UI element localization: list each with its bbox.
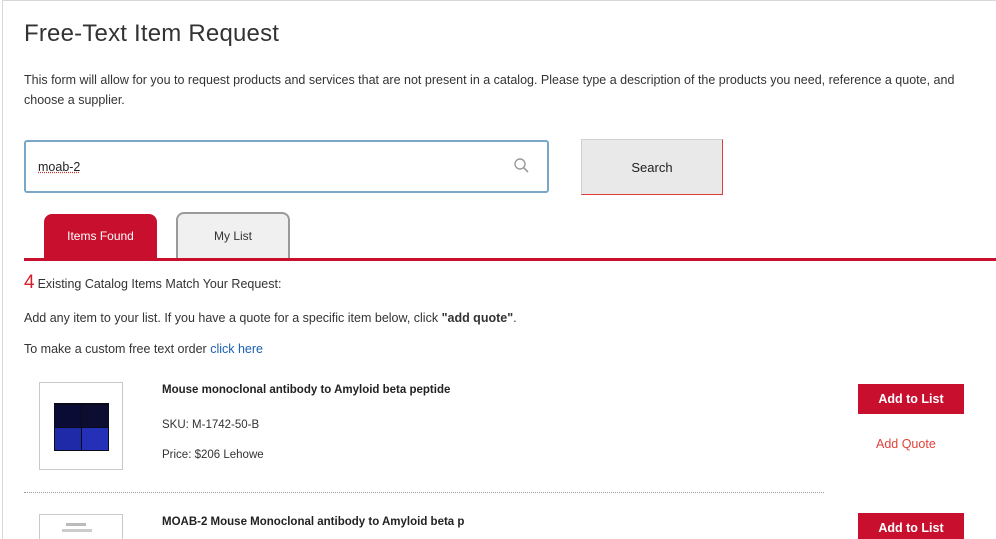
- add-quote-link[interactable]: Add Quote: [876, 437, 936, 451]
- add-to-list-button[interactable]: Add to List: [858, 513, 964, 539]
- match-summary: 4 Existing Catalog Items Match Your Requ…: [24, 272, 281, 294]
- custom-order-link[interactable]: click here: [210, 342, 263, 356]
- instructions-text: Add any item to your list. If you have a…: [24, 311, 442, 325]
- tab-underline: [24, 258, 996, 261]
- product-image-detail: [66, 523, 86, 526]
- item-price: Price: $206 Lehowe: [162, 449, 264, 461]
- product-image-blot: [54, 403, 109, 451]
- item-title[interactable]: MOAB-2 Mouse Monoclonal antibody to Amyl…: [162, 516, 464, 528]
- tab-my-list[interactable]: My List: [176, 212, 290, 258]
- product-image[interactable]: [39, 514, 123, 539]
- search-button[interactable]: Search: [581, 139, 723, 195]
- product-image-detail: [62, 529, 92, 532]
- instructions-end: .: [513, 311, 517, 325]
- page-title: Free-Text Item Request: [24, 20, 280, 47]
- add-instructions: Add any item to your list. If you have a…: [24, 311, 517, 325]
- search-icon[interactable]: [513, 157, 531, 175]
- match-text: Existing Catalog Items Match Your Reques…: [37, 277, 282, 291]
- search-input[interactable]: moab-2: [24, 140, 549, 193]
- search-input-value[interactable]: moab-2: [38, 160, 80, 174]
- match-count: 4: [24, 272, 35, 293]
- product-image[interactable]: [39, 382, 123, 470]
- custom-order-line: To make a custom free text order click h…: [24, 342, 263, 356]
- custom-order-text: To make a custom free text order: [24, 342, 211, 356]
- page-description: This form will allow for you to request …: [24, 73, 955, 107]
- item-sku: SKU: M-1742-50-B: [162, 419, 260, 431]
- item-divider: [24, 492, 824, 493]
- add-to-list-button[interactable]: Add to List: [858, 384, 964, 414]
- tab-items-found[interactable]: Items Found: [44, 214, 157, 258]
- add-quote-emphasis: "add quote": [441, 311, 514, 325]
- item-title[interactable]: Mouse monoclonal antibody to Amyloid bet…: [162, 384, 450, 396]
